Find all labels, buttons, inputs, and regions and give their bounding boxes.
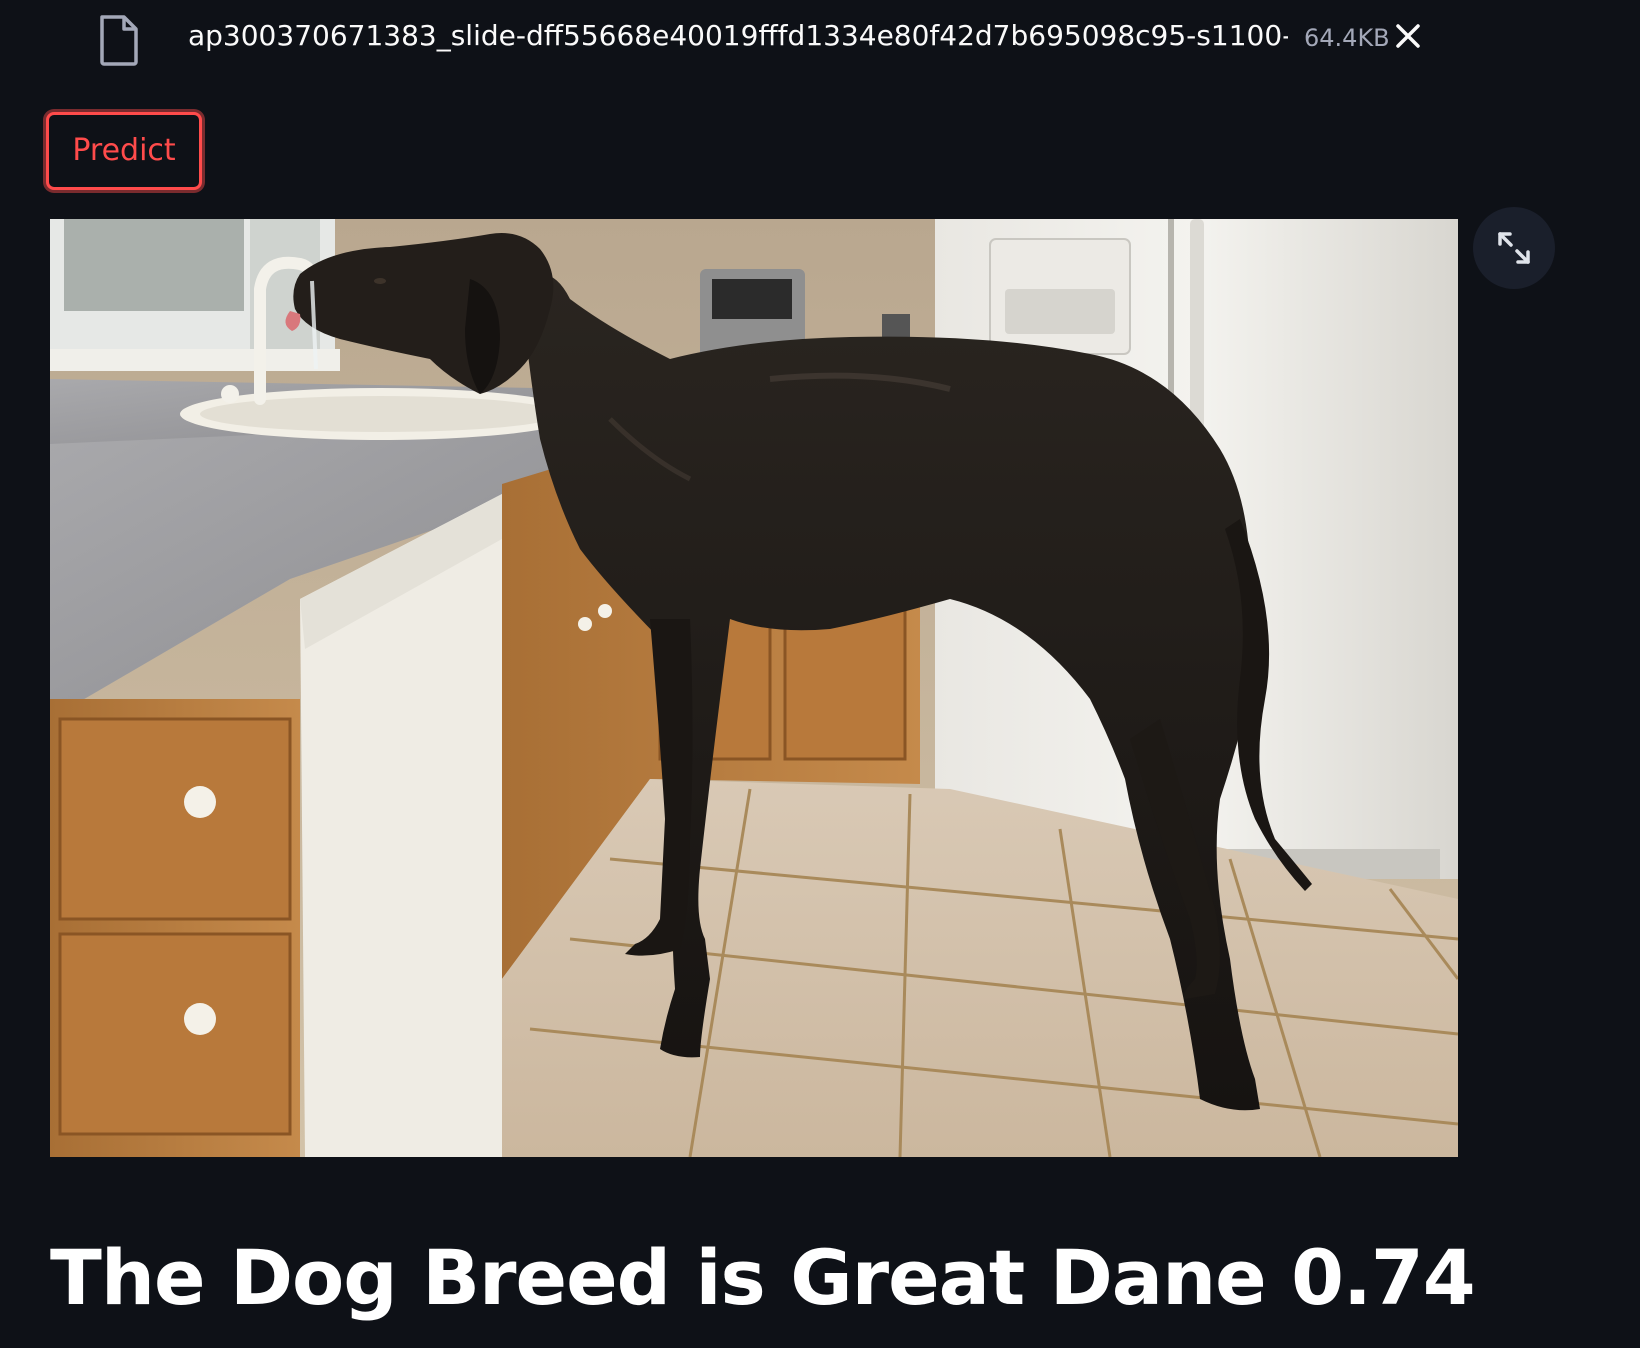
file-size: 64.4KB	[1304, 24, 1390, 52]
prediction-result-heading: The Dog Breed is Great Dane 0.74	[50, 1233, 1476, 1322]
file-name: ap300370671383_slide-dff55668e40019fffd1…	[188, 19, 1288, 52]
close-icon[interactable]	[1390, 18, 1426, 54]
file-icon	[98, 14, 140, 66]
predict-button[interactable]: Predict	[46, 112, 202, 190]
uploaded-dog-image	[50, 219, 1458, 1157]
uploaded-file-row: ap300370671383_slide-dff55668e40019fffd1…	[0, 0, 1640, 72]
fullscreen-button[interactable]	[1473, 207, 1555, 289]
